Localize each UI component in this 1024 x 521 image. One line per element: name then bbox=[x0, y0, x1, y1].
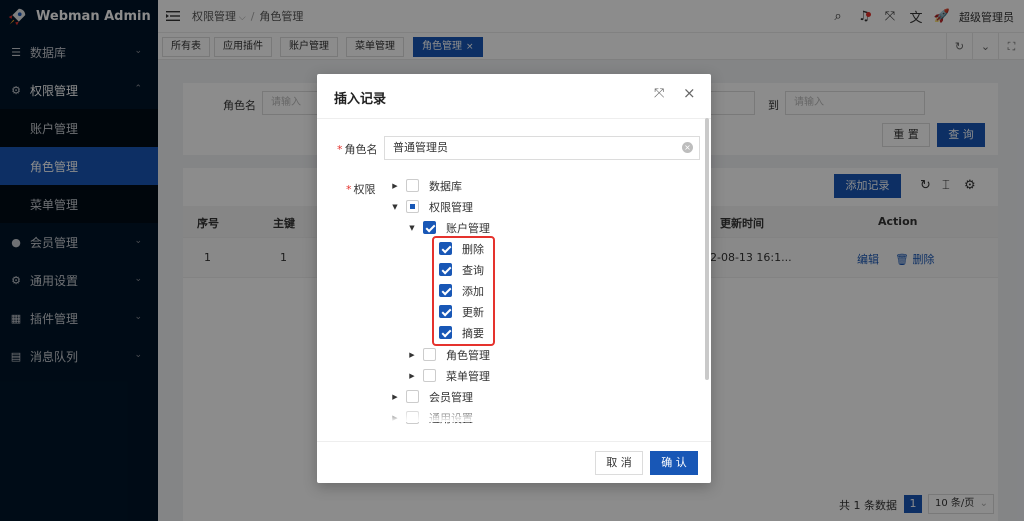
permission-field-label: * 权限 bbox=[346, 183, 376, 196]
tree-node-label: 会员管理 bbox=[429, 390, 473, 404]
tree-node-label: 权限管理 bbox=[429, 200, 473, 214]
role-name-value: 普通管理员 bbox=[393, 141, 448, 154]
tree-node-label: 角色管理 bbox=[446, 348, 490, 362]
caret-right-icon[interactable]: ▶ bbox=[407, 372, 417, 380]
close-icon[interactable]: × bbox=[683, 84, 696, 102]
caret-right-icon[interactable]: ▶ bbox=[390, 182, 400, 190]
caret-down-icon[interactable]: ▼ bbox=[390, 203, 400, 211]
clear-icon[interactable]: × bbox=[682, 142, 693, 153]
caret-down-icon[interactable]: ▼ bbox=[407, 224, 417, 232]
confirm-button[interactable]: 确 认 bbox=[650, 451, 698, 475]
highlight-box bbox=[432, 236, 495, 346]
tree-node-label: 菜单管理 bbox=[446, 369, 490, 383]
checkbox[interactable] bbox=[406, 390, 419, 403]
caret-right-icon[interactable]: ▶ bbox=[390, 393, 400, 401]
tree-node-label: 数据库 bbox=[429, 179, 462, 193]
checkbox[interactable] bbox=[423, 369, 436, 382]
insert-record-modal: 插入记录 ⤧ × * 角色名 普通管理员 × * 权限 ▶ 数据库 ▼ 权限管理 ▼ 账户… bbox=[317, 74, 711, 483]
tree-node-members[interactable]: ▶ 会员管理 bbox=[390, 386, 473, 407]
checkbox[interactable] bbox=[406, 179, 419, 192]
role-name-field[interactable]: 普通管理员 × bbox=[384, 136, 700, 160]
scrollbar[interactable] bbox=[705, 118, 709, 380]
tree-node-database[interactable]: ▶ 数据库 bbox=[390, 175, 462, 196]
checkbox[interactable] bbox=[423, 221, 436, 234]
tree-node-label: 账户管理 bbox=[446, 221, 490, 235]
fullscreen-icon[interactable]: ⤧ bbox=[654, 86, 664, 101]
tree-node-roles[interactable]: ▶ 角色管理 bbox=[407, 344, 490, 365]
role-name-field-label: * 角色名 bbox=[337, 143, 378, 156]
modal-title: 插入记录 bbox=[334, 92, 387, 107]
tree-node-permissions[interactable]: ▼ 权限管理 bbox=[390, 196, 473, 217]
checkbox[interactable] bbox=[406, 200, 419, 213]
tree-node-menus[interactable]: ▶ 菜单管理 bbox=[407, 365, 490, 386]
caret-right-icon[interactable]: ▶ bbox=[407, 351, 417, 359]
divider bbox=[317, 441, 711, 442]
cancel-button[interactable]: 取 消 bbox=[595, 451, 643, 475]
checkbox[interactable] bbox=[423, 348, 436, 361]
scroll-fade bbox=[317, 410, 705, 422]
divider bbox=[317, 118, 711, 119]
tree-node-accounts[interactable]: ▼ 账户管理 bbox=[407, 217, 490, 238]
